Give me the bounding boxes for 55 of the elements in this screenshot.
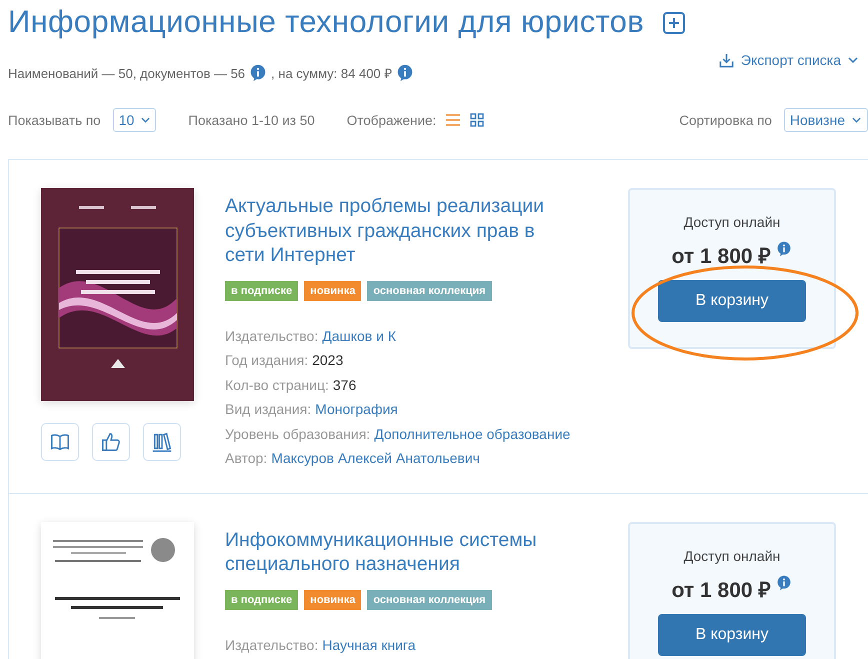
info-icon[interactable] <box>776 574 792 590</box>
shelf-button[interactable] <box>143 423 181 461</box>
tag: в подписке <box>225 280 298 300</box>
open-book-icon <box>49 431 71 453</box>
access-label: Доступ онлайн <box>684 214 780 230</box>
view-label: Отображение: <box>346 112 436 128</box>
like-button[interactable] <box>92 423 130 461</box>
detail-label: Автор: <box>225 450 268 466</box>
grid-view-icon[interactable] <box>470 113 484 127</box>
access-label: Доступ онлайн <box>684 548 780 564</box>
export-link[interactable]: Экспорт списка <box>740 52 841 68</box>
add-to-cart-button[interactable]: В корзину <box>658 280 806 322</box>
sort-select[interactable]: Новизне <box>784 108 868 132</box>
info-icon[interactable] <box>396 64 414 82</box>
chevron-icon <box>141 117 150 123</box>
download-icon[interactable] <box>718 52 734 68</box>
tag: основная коллекция <box>367 590 492 610</box>
list-view-icon[interactable] <box>446 113 460 127</box>
detail-label: Издательство: <box>225 328 318 344</box>
per-page-label: Показывать по <box>8 112 101 128</box>
tag: новинка <box>304 590 362 610</box>
info-icon[interactable] <box>249 64 268 82</box>
info-icon[interactable] <box>776 241 792 257</box>
add-icon[interactable] <box>662 11 686 35</box>
page-title: Информационные технологии для юристов <box>8 4 644 40</box>
price: от 1 800 ₽ <box>672 578 770 602</box>
detail-link[interactable]: Максуров Алексей Анатольевич <box>271 450 480 466</box>
detail-link[interactable]: Дашков и К <box>322 328 396 344</box>
detail-link[interactable]: Дополнительное образование <box>374 426 570 442</box>
sort-label: Сортировка по <box>679 112 772 128</box>
price: от 1 800 ₽ <box>672 244 770 269</box>
detail-link[interactable]: Научная книга <box>322 636 416 652</box>
tag: основная коллекция <box>367 280 492 300</box>
books-icon <box>151 431 173 453</box>
tag: в подписке <box>225 590 298 610</box>
book-title-link[interactable]: Актуальные проблемы реализации субъективных гражданских прав в сети Интернет <box>225 194 575 268</box>
summary-text: Наименований — 50, документов — 56 <box>8 66 246 80</box>
detail-value: 376 <box>332 376 356 392</box>
detail-value: 2023 <box>312 352 344 368</box>
detail-link[interactable]: Монография <box>315 401 398 417</box>
summary-text: , на сумму: 84 400 ₽ <box>271 65 392 82</box>
shown-count: Показано 1-10 из 50 <box>188 112 315 128</box>
detail-label: Вид издания: <box>225 401 312 417</box>
chevron-icon[interactable] <box>848 57 858 63</box>
read-button[interactable] <box>41 423 79 461</box>
add-to-cart-button[interactable]: В корзину <box>658 614 806 656</box>
tag: новинка <box>304 280 362 300</box>
book-title-link[interactable]: Инфокоммуникационные системы специального назначения <box>225 528 575 576</box>
chevron-icon <box>852 117 861 123</box>
detail-label: Уровень образования: <box>225 426 370 442</box>
detail-label: Кол-во страниц: <box>225 376 329 392</box>
detail-label: Издательство: <box>225 636 318 652</box>
thumbs-up-icon <box>100 431 122 453</box>
per-page-select[interactable]: 10 <box>112 108 156 132</box>
detail-label: Год издания: <box>225 352 308 368</box>
